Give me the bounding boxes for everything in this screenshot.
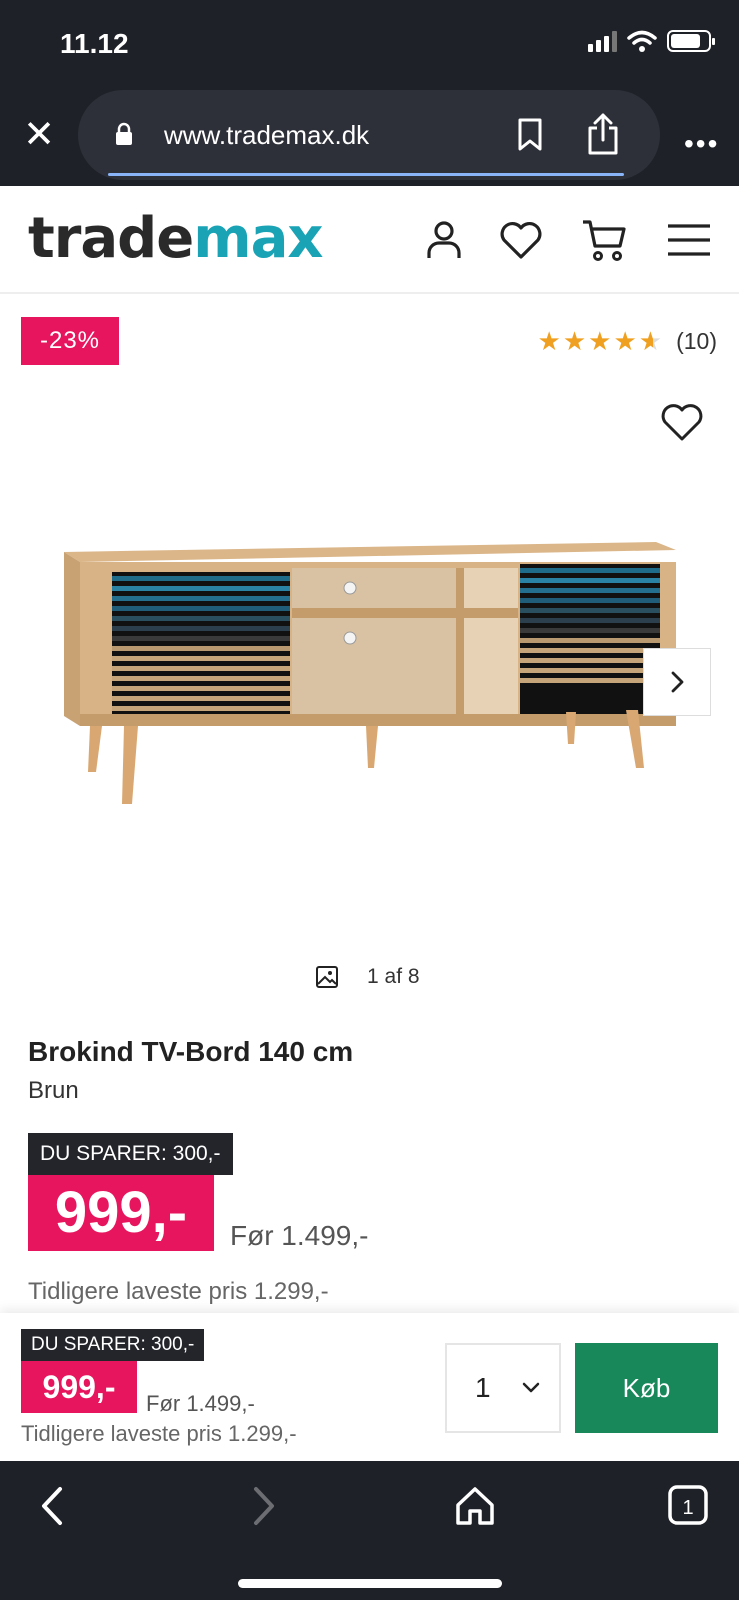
star-icon: ★: [537, 326, 561, 356]
lowest-price-note: Tidligere laveste pris 1.299,-: [28, 1278, 329, 1305]
half-star-icon: ★: [638, 326, 663, 356]
trademax-logo[interactable]: trademax: [28, 206, 324, 271]
before-price: Før 1.499,-: [230, 1220, 369, 1251]
status-bar: 11.12: [0, 0, 739, 88]
chevron-right-icon: [671, 671, 684, 693]
back-icon[interactable]: [30, 1483, 76, 1529]
lock-icon: [116, 122, 132, 145]
url-text: www.trademax.dk: [164, 120, 370, 150]
gallery-image-icon: [316, 966, 338, 988]
home-indicator: [238, 1579, 502, 1588]
status-icons: [588, 30, 715, 52]
browser-nav-bar: 1: [0, 1461, 739, 1600]
left-door-slats: [112, 572, 290, 714]
add-to-wishlist-heart-icon[interactable]: [658, 398, 706, 446]
sticky-savings-label: DU SPARER: 300,-: [21, 1329, 205, 1361]
image-counter: 1 af 8: [315, 965, 420, 989]
discount-badge: -23%: [21, 317, 119, 365]
site-header: trademax: [0, 186, 739, 294]
right-door-slats: [520, 564, 660, 714]
page-load-progress: [108, 173, 624, 176]
star-icon: ★: [613, 326, 637, 356]
star-icon: ★: [588, 326, 612, 356]
browser-toolbar: ✕ www.trademax.dk •••: [0, 88, 739, 186]
rating-count: (10): [676, 327, 717, 354]
savings-label: DU SPARER: 300,-: [28, 1133, 233, 1175]
current-price: 999,-: [28, 1175, 214, 1251]
next-image-button[interactable]: [643, 648, 711, 716]
sticky-lowest-price: Tidligere laveste pris 1.299,-: [21, 1421, 297, 1446]
cellular-signal-icon: [588, 30, 617, 52]
product-color: Brun: [28, 1077, 79, 1104]
cart-icon[interactable]: [580, 216, 628, 264]
tabs-icon[interactable]: 1: [666, 1483, 712, 1529]
bookmark-icon[interactable]: [516, 118, 544, 152]
quantity-value: 1: [475, 1372, 491, 1403]
image-counter-text: 1 af 8: [367, 965, 420, 988]
product-image[interactable]: [40, 520, 700, 820]
wishlist-heart-icon[interactable]: [497, 216, 545, 264]
status-time: 11.12: [60, 28, 129, 59]
sticky-price: 999,-: [21, 1361, 137, 1413]
chevron-down-icon: [522, 1382, 540, 1393]
rating[interactable]: ★ ★ ★ ★ ★ (10): [538, 326, 717, 356]
home-icon[interactable]: [452, 1483, 498, 1529]
account-icon[interactable]: [420, 216, 468, 264]
menu-hamburger-icon[interactable]: [666, 216, 714, 264]
sticky-buy-bar: DU SPARER: 300,- 999,- Før 1.499,- Tidli…: [0, 1313, 739, 1461]
quantity-select[interactable]: 1: [445, 1343, 561, 1433]
address-bar[interactable]: www.trademax.dk: [78, 90, 660, 180]
star-icon: ★: [562, 326, 587, 356]
wifi-icon: [627, 30, 657, 52]
battery-icon: [667, 30, 715, 52]
product-title: Brokind TV-Bord 140 cm: [28, 1036, 354, 1067]
close-tab-button[interactable]: ✕: [20, 116, 58, 154]
buy-button[interactable]: Køb: [575, 1343, 718, 1433]
sticky-before-price: Før 1.499,-: [146, 1391, 255, 1416]
forward-icon[interactable]: [240, 1483, 286, 1529]
share-icon[interactable]: [586, 112, 620, 156]
svg-text:1: 1: [682, 1497, 693, 1519]
more-options-icon[interactable]: •••: [684, 128, 719, 160]
